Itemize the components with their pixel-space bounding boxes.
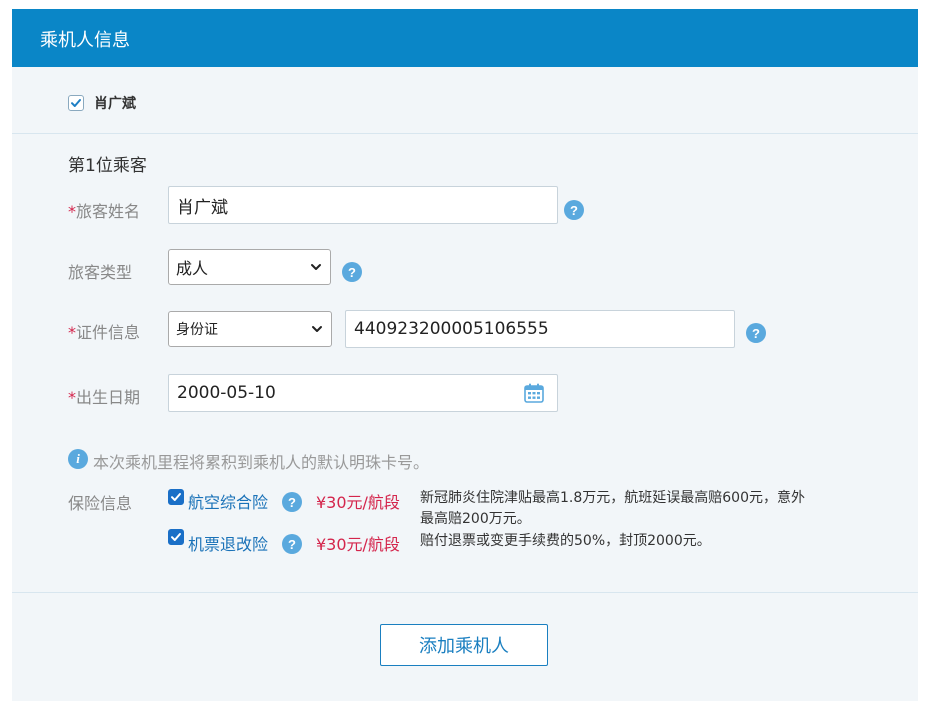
contact-checkbox[interactable] xyxy=(68,95,84,111)
calendar-icon[interactable] xyxy=(523,382,545,404)
required-mark: * xyxy=(68,388,76,407)
passenger-type-select[interactable]: 成人 xyxy=(168,249,331,285)
insurance-name-link[interactable]: 机票退改险 xyxy=(188,531,268,555)
checkmark-icon xyxy=(171,493,181,501)
label-text: 出生日期 xyxy=(76,388,141,407)
required-mark: * xyxy=(68,323,76,342)
divider xyxy=(12,133,918,134)
add-passenger-button[interactable]: 添加乘机人 xyxy=(380,624,548,666)
insurance-price: ¥30元/航段 xyxy=(316,493,400,512)
insurance-name-link[interactable]: 航空综合险 xyxy=(188,489,268,513)
select-value: 身份证 xyxy=(176,322,218,338)
passenger-name-input[interactable]: 肖广斌 xyxy=(168,186,558,224)
panel-header: 乘机人信息 xyxy=(12,9,918,67)
divider xyxy=(12,592,918,593)
id-type-select[interactable]: 身份证 xyxy=(168,311,332,347)
passenger-type-label: 旅客类型 xyxy=(68,263,133,282)
insurance-checkbox[interactable] xyxy=(168,489,184,505)
info-circle-icon: i xyxy=(68,449,88,469)
passenger-section-title: 第1位乘客 xyxy=(68,156,147,176)
passenger-info-panel: 乘机人信息 肖广斌 第1位乘客 *旅客姓名 肖广斌 ? 旅客类型 成人 ? *证… xyxy=(12,9,918,701)
insurance-checkbox[interactable] xyxy=(168,529,184,545)
checkmark-icon xyxy=(171,533,181,541)
label-text: 证件信息 xyxy=(76,323,141,342)
help-circle-icon[interactable]: ? xyxy=(342,262,362,282)
label-text: 旅客姓名 xyxy=(76,202,141,221)
chevron-down-icon xyxy=(312,326,322,332)
select-value: 成人 xyxy=(176,259,209,278)
birth-date-label: *出生日期 xyxy=(68,384,140,408)
insurance-description: 新冠肺炎住院津贴最高1.8万元，航班延误最高赔600元，意外最高赔200万元。 xyxy=(420,490,805,527)
input-value: 440923200005106555 xyxy=(354,319,549,339)
required-mark: * xyxy=(68,202,76,221)
panel-title: 乘机人信息 xyxy=(40,30,130,51)
insurance-description: 赔付退票或变更手续费的50%，封顶2000元。 xyxy=(420,533,711,549)
help-circle-icon[interactable]: ? xyxy=(564,200,584,220)
help-circle-icon[interactable]: ? xyxy=(282,492,302,512)
help-circle-icon[interactable]: ? xyxy=(282,534,302,554)
insurance-label: 保险信息 xyxy=(68,494,133,513)
input-value: 肖广斌 xyxy=(177,197,228,218)
tip-text: 本次乘机里程将累积到乘机人的默认明珠卡号。 xyxy=(93,453,430,472)
contact-name: 肖广斌 xyxy=(94,96,136,112)
chevron-down-icon xyxy=(311,264,321,270)
birth-date-input[interactable]: 2000-05-10 xyxy=(168,374,558,412)
help-circle-icon[interactable]: ? xyxy=(746,323,766,343)
id-info-label: *证件信息 xyxy=(68,319,140,343)
input-value: 2000-05-10 xyxy=(177,383,276,403)
insurance-price: ¥30元/航段 xyxy=(316,535,400,554)
checkmark-icon xyxy=(71,99,81,107)
passenger-name-label: *旅客姓名 xyxy=(68,198,140,222)
id-number-input[interactable]: 440923200005106555 xyxy=(345,310,735,348)
